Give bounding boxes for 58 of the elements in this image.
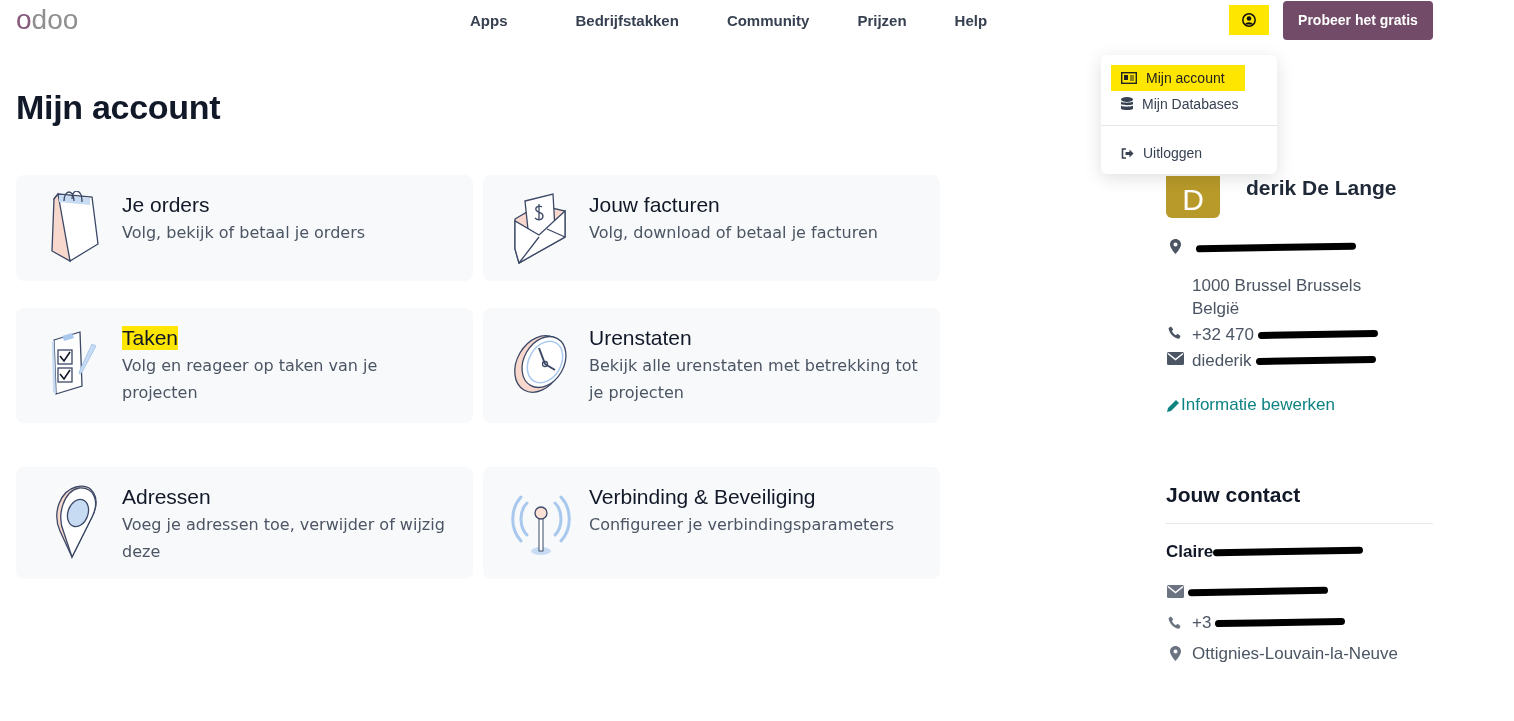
page-title: Mijn account [16, 88, 222, 127]
contact-detail: +3 [1192, 612, 1212, 633]
card-description: Volg, bekijk of betaal je orders [122, 222, 366, 244]
logout-icon [1121, 147, 1134, 159]
card-description: Bekijk alle urenstaten met betrekking tot je projecten [589, 355, 919, 404]
edit-info-link[interactable]: Informatie bewerken [1166, 395, 1336, 415]
menu-item[interactable]: Mijn account [1111, 65, 1245, 91]
map-pin-icon [56, 485, 97, 558]
portal-card[interactable]: Adressen Voeg je adressen toe, verwijder of wijzig deze [16, 467, 473, 579]
phone-icon [1168, 326, 1182, 340]
avatar: D [1166, 176, 1220, 218]
section-heading: Jouw contact [1166, 482, 1433, 524]
contact-detail: diederik [1192, 350, 1252, 372]
pencil-icon [1166, 397, 1181, 413]
antenna-signal-icon [511, 495, 571, 555]
card-description: Configureer je verbindingsparameters [589, 514, 895, 536]
portal-card[interactable]: Jouw facturen Volg, download of betaal je facturen [483, 175, 940, 281]
location-pin-icon [1169, 239, 1181, 254]
portal-card[interactable]: Je orders Volg, bekijk of betaal je orders [16, 175, 473, 281]
card-title: Verbinding & Beveiliging [589, 485, 816, 509]
portal-card[interactable]: Verbinding & Beveiliging Configureer je verbindingsparameters [483, 467, 940, 579]
envelope-icon [1166, 352, 1184, 365]
contact-detail: België [1192, 298, 1241, 320]
contact-detail: Ottignies-Louvain-la-Neuve [1192, 643, 1398, 664]
nav-link[interactable]: Community [726, 11, 810, 29]
card-title: Jouw facturen [589, 193, 720, 217]
user-icon [1242, 13, 1256, 27]
shopping-bag-icon [51, 191, 99, 263]
clipboard-checklist-icon [52, 331, 97, 395]
try-free-button[interactable]: Probeer het gratis [1283, 0, 1433, 40]
menu-item[interactable]: Uitloggen [1101, 140, 1223, 166]
nav-link[interactable]: Prijzen [857, 11, 907, 29]
logo[interactable]: odoo [16, 6, 456, 34]
database-icon [1121, 97, 1133, 111]
card-title: Je orders [122, 193, 210, 217]
card-title: Urenstaten [589, 326, 692, 350]
nav-link[interactable]: Apps [470, 11, 508, 29]
menu-item[interactable]: Mijn Databases [1101, 91, 1259, 117]
id-card-icon [1121, 72, 1137, 84]
nav-link[interactable]: Help [954, 11, 988, 29]
contact-detail: +32 470 [1192, 324, 1254, 346]
card-description: Voeg je adressen toe, verwijder of wijzig deze [122, 514, 446, 563]
card-description: Volg en reageer op taken van je projecten [122, 355, 379, 404]
user-button[interactable] [1229, 5, 1269, 35]
card-title: Adressen [122, 485, 211, 509]
clock-icon [514, 335, 567, 393]
card-title: Taken [122, 326, 179, 350]
card-description: Volg, download of betaal je facturen [589, 222, 878, 244]
portal-card[interactable]: Urenstaten Bekijk alle urenstaten met betrekking tot je projecten [483, 308, 940, 423]
phone-icon [1168, 615, 1182, 630]
envelope-icon [1166, 585, 1184, 598]
profile-name: derik De Lange [1246, 176, 1397, 200]
contact-name: Claire [1166, 541, 1214, 562]
portal-card[interactable]: Taken Volg en reageer op taken van je projecten [16, 308, 473, 423]
contact-detail: 1000 Brussel Brussels [1192, 275, 1362, 297]
nav-link[interactable]: Bedrijfstakken [575, 11, 679, 29]
location-pin-icon [1169, 646, 1181, 661]
invoice-envelope-icon [514, 193, 566, 264]
